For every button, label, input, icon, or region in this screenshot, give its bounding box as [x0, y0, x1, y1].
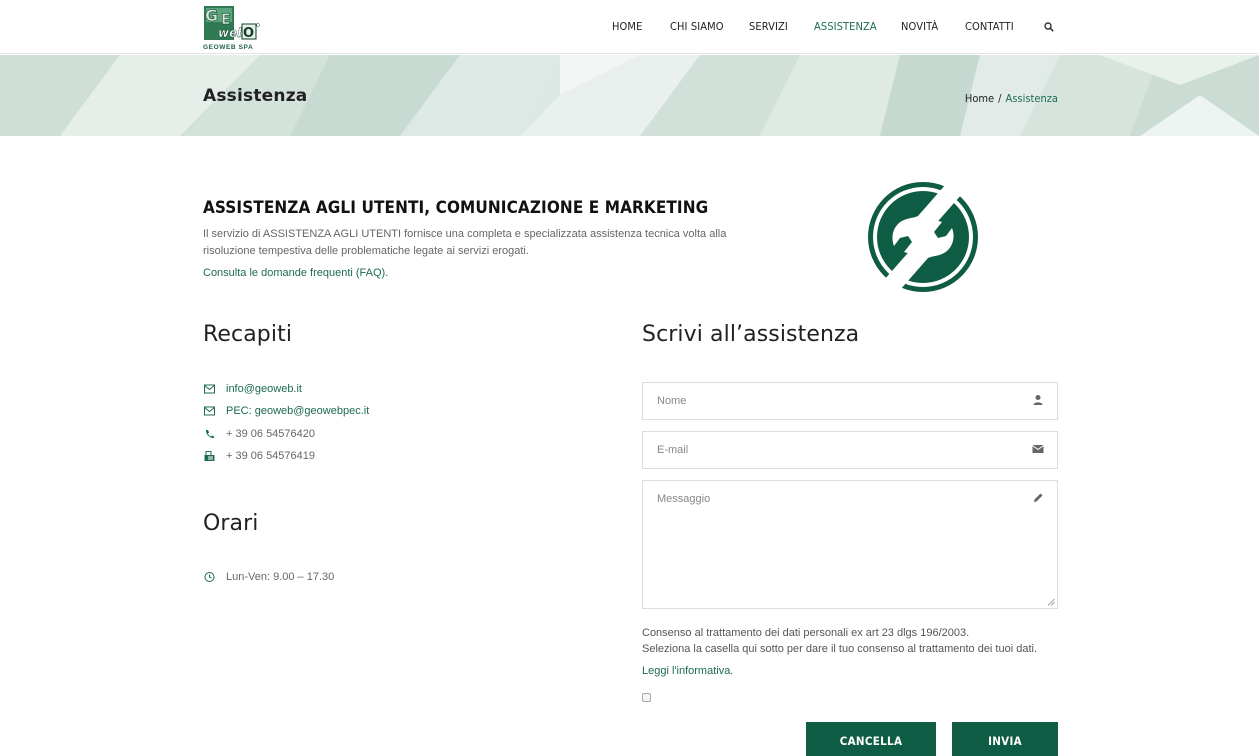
message-input[interactable]	[643, 481, 1057, 608]
hours-text: Lun-Ven: 9.00 – 17.30	[226, 571, 335, 583]
pencil-icon	[1034, 493, 1043, 502]
consent-line-1: Consenso al trattamento dei dati persona…	[642, 627, 970, 639]
svg-text:G: G	[205, 6, 218, 25]
breadcrumb-current: Assistenza	[1005, 92, 1059, 105]
faq-link[interactable]: Consulta le domande frequenti (FAQ).	[203, 267, 388, 279]
breadcrumb-home[interactable]: Home	[965, 92, 994, 105]
wrench-logo-icon	[868, 182, 978, 292]
breadcrumb: Home / Assistenza	[965, 92, 1058, 105]
submit-button[interactable]: INVIA	[952, 722, 1058, 756]
name-field	[642, 382, 1058, 420]
email-link[interactable]: info@geoweb.it	[226, 383, 302, 395]
fax-icon	[204, 451, 215, 461]
consent-checkbox[interactable]	[642, 693, 651, 702]
envelope-icon	[204, 406, 215, 416]
phone-icon	[205, 430, 214, 439]
email-input[interactable]	[643, 432, 1057, 468]
page-title: Assistenza	[203, 86, 308, 106]
search-icon[interactable]	[1044, 22, 1054, 32]
nav-assistenza[interactable]: ASSISTENZA	[814, 20, 877, 33]
form-title: Scrivi all’assistenza	[642, 322, 860, 347]
contact-phone: + 39 06 54576420	[203, 426, 315, 442]
nav-servizi[interactable]: SERVIZI	[749, 20, 788, 33]
phone-number: + 39 06 54576420	[226, 428, 316, 440]
recapiti-title: Recapiti	[203, 322, 293, 347]
svg-text:O: O	[243, 26, 254, 41]
geoweb-logo[interactable]: G E web O GEOWEB SPA	[202, 4, 266, 51]
user-icon	[1033, 395, 1043, 405]
nav-home[interactable]: HOME	[612, 20, 642, 33]
privacy-policy-link[interactable]: Leggi l'informativa.	[642, 665, 733, 677]
geoweb-logo-icon: G E web O	[202, 4, 260, 42]
breadcrumb-separator: /	[998, 92, 1002, 105]
cancel-button[interactable]: CANCELLA	[806, 722, 936, 756]
banner-pattern	[0, 55, 1259, 136]
name-input[interactable]	[643, 383, 1057, 419]
opening-hours: Lun-Ven: 9.00 – 17.30	[203, 569, 334, 585]
pec-link[interactable]: PEC: geoweb@geowebpec.it	[226, 405, 369, 417]
resize-handle-icon[interactable]	[1047, 598, 1055, 606]
site-header: G E web O GEOWEB SPA HOME CHI SIAMO SERV…	[0, 0, 1259, 54]
envelope-icon	[1032, 445, 1044, 453]
message-field	[642, 480, 1058, 609]
consent-text: Consenso al trattamento dei dati persona…	[642, 625, 1062, 657]
intro-title: ASSISTENZA AGLI UTENTI, COMUNICAZIONE E …	[203, 198, 709, 218]
envelope-icon	[204, 384, 215, 394]
contact-email: info@geoweb.it	[203, 381, 302, 397]
contact-fax: + 39 06 54576419	[203, 448, 315, 464]
fax-number: + 39 06 54576419	[226, 450, 316, 462]
contact-pec: PEC: geoweb@geowebpec.it	[203, 403, 369, 419]
nav-chi-siamo[interactable]: CHI SIAMO	[670, 20, 724, 33]
nav-novita[interactable]: NOVITÀ	[901, 20, 938, 33]
nav-contatti[interactable]: CONTATTI	[965, 20, 1014, 33]
intro-description: Il servizio di ASSISTENZA AGLI UTENTI fo…	[203, 228, 727, 257]
consent-line-2: Seleziona la casella qui sotto per dare …	[642, 643, 1038, 655]
email-field	[642, 431, 1058, 469]
logo-text: GEOWEB SPA	[203, 44, 254, 51]
clock-icon	[204, 572, 215, 582]
orari-title: Orari	[203, 511, 259, 536]
page-banner: Assistenza Home / Assistenza	[0, 55, 1259, 136]
